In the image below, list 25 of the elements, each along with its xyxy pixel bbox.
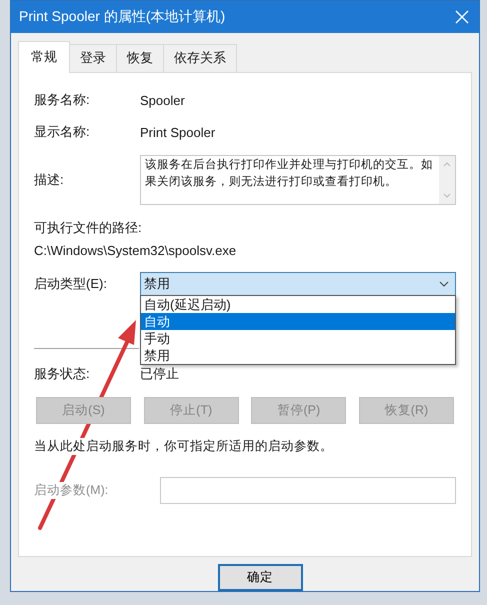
field-label: 启动类型(E): [34, 275, 108, 293]
field-value: Print Spooler [140, 124, 216, 140]
field-value: C:\Windows\System32\spoolsv.exe [34, 243, 238, 258]
tab[interactable]: 常规 [18, 41, 70, 73]
description-box[interactable]: 该服务在后台执行打印作业并处理与打印机的交互。如果关闭该服务，则无法进行打印或查看打印机。 [140, 155, 456, 205]
dropdown-option[interactable]: 自动(延迟启动) [141, 296, 455, 313]
field-label: 描述: [34, 171, 65, 189]
dropdown-option[interactable]: 手动 [141, 330, 455, 347]
caret-icon [439, 281, 449, 287]
tab[interactable]: 依存关系 [163, 44, 237, 72]
dropdown-option[interactable]: 自动 [141, 313, 455, 330]
ok-button[interactable]: 确定 [218, 564, 302, 591]
field-value: 已停止 [140, 365, 180, 383]
window-title: Print Spooler 的属性(本地计算机) [19, 8, 226, 26]
startup-type-dropdown[interactable]: 禁用 [140, 272, 456, 296]
field-label: 服务状态: [34, 365, 91, 383]
field-label: 启动参数(M): [34, 482, 108, 499]
field-value: Spooler [140, 92, 186, 108]
field-label: 可执行文件的路径: [34, 219, 143, 237]
scrollbar-drawing[interactable] [439, 156, 455, 204]
field-label: 显示名称: [34, 123, 91, 141]
close-icon[interactable] [455, 10, 469, 24]
dropdown-option[interactable]: 禁用 [141, 347, 455, 364]
input-field[interactable] [160, 477, 456, 504]
field-label: 服务名称: [34, 91, 91, 109]
